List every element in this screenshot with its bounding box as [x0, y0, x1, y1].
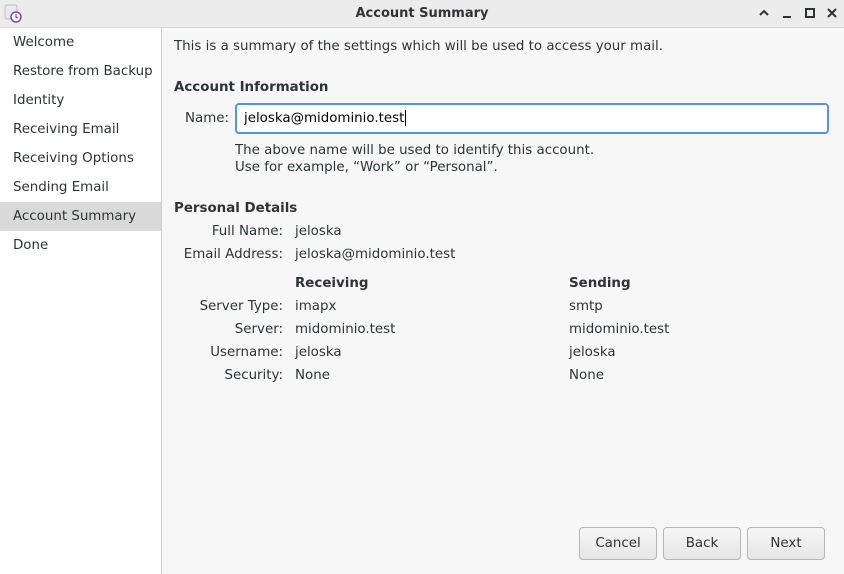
server-type-label: Server Type: — [199, 299, 283, 314]
intro-text: This is a summary of the settings which … — [174, 39, 664, 54]
sidebar-item-account-summary[interactable]: Account Summary — [0, 202, 161, 231]
main-panel: This is a summary of the settings which … — [162, 28, 844, 574]
receiving-security: None — [295, 368, 330, 383]
security-label: Security: — [224, 368, 283, 383]
sidebar-item-receiving-options[interactable]: Receiving Options — [0, 144, 161, 173]
sending-security: None — [569, 368, 604, 383]
sidebar-item-welcome[interactable]: Welcome — [0, 28, 161, 57]
sidebar-item-restore-from-backup[interactable]: Restore from Backup — [0, 57, 161, 86]
sidebar-item-sending-email[interactable]: Sending Email — [0, 173, 161, 202]
full-name-label: Full Name: — [211, 224, 283, 239]
account-information-heading: Account Information — [174, 80, 329, 95]
back-button[interactable]: Back — [663, 527, 741, 560]
close-icon[interactable] — [823, 4, 841, 22]
name-input[interactable]: jeloska@midominio.test — [235, 103, 829, 134]
name-input-value: jeloska@midominio.test — [244, 111, 405, 126]
text-caret — [405, 110, 407, 126]
next-button[interactable]: Next — [747, 527, 825, 560]
sending-username: jeloska — [569, 345, 616, 360]
minimize-icon[interactable] — [778, 4, 796, 22]
server-label: Server: — [234, 322, 283, 337]
cancel-button[interactable]: Cancel — [579, 527, 657, 560]
receiving-heading: Receiving — [295, 276, 369, 291]
maximize-icon[interactable] — [801, 4, 819, 22]
username-label: Username: — [210, 345, 283, 360]
title-bar: Account Summary — [0, 0, 844, 28]
sending-heading: Sending — [569, 276, 631, 291]
sending-server: midominio.test — [569, 322, 670, 337]
sidebar-item-done[interactable]: Done — [0, 231, 161, 260]
personal-details-heading: Personal Details — [174, 201, 298, 216]
sidebar: Welcome Restore from Backup Identity Rec… — [0, 28, 162, 574]
chevron-up-icon[interactable] — [755, 4, 773, 22]
email-address-value: jeloska@midominio.test — [295, 247, 456, 262]
window-title: Account Summary — [355, 6, 489, 21]
sidebar-item-receiving-email[interactable]: Receiving Email — [0, 115, 161, 144]
sending-server-type: smtp — [569, 299, 603, 314]
receiving-username: jeloska — [295, 345, 342, 360]
name-label: Name: — [184, 111, 229, 126]
receiving-server-type: imapx — [295, 299, 337, 314]
receiving-server: midominio.test — [295, 322, 396, 337]
sidebar-item-identity[interactable]: Identity — [0, 86, 161, 115]
full-name-value: jeloska — [295, 224, 342, 239]
email-address-label: Email Address: — [183, 247, 283, 262]
name-hint-line-1: The above name will be used to identify … — [235, 143, 595, 158]
name-hint-line-2: Use for example, “Work” or “Personal”. — [235, 160, 498, 175]
